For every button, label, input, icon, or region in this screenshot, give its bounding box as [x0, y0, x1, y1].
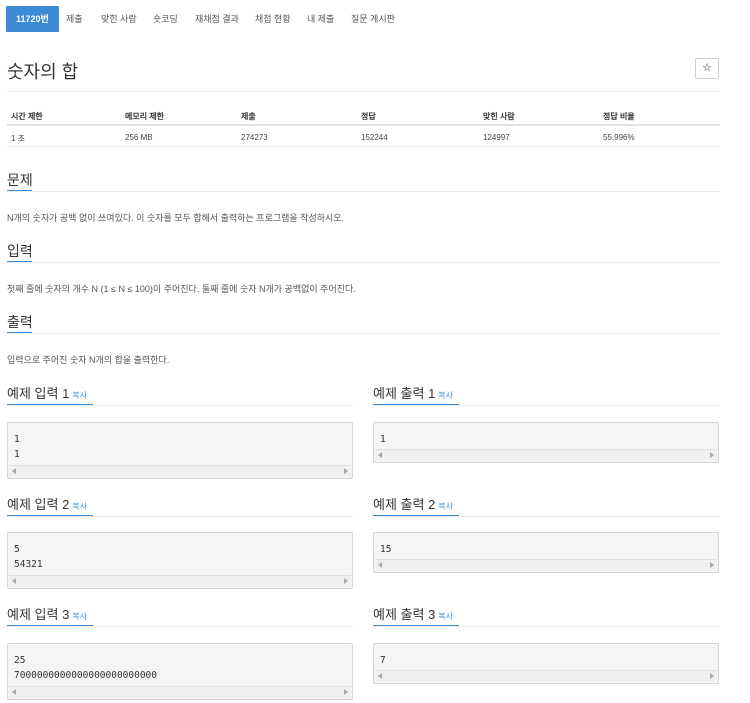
title-divider — [7, 91, 720, 92]
value-accepted: 152244 — [361, 133, 388, 142]
sample-output-2-heading: 예제 출력 2 복사 — [373, 494, 453, 513]
scroll-left-icon[interactable] — [12, 578, 16, 584]
sample-input-3-box[interactable]: 25 7000000000000000000000000 — [7, 643, 353, 700]
header-submissions: 제출 — [241, 112, 256, 121]
scroll-left-icon[interactable] — [12, 689, 16, 695]
value-accept-ratio: 55.996% — [603, 133, 635, 142]
sample-input-1-title: 예제 입력 1 — [7, 386, 70, 401]
header-accept-ratio: 정답 비율 — [603, 112, 635, 121]
tab-problem-number[interactable]: 11720번 — [6, 6, 59, 32]
favorite-star-button[interactable]: ☆ — [695, 58, 719, 79]
scroll-right-icon[interactable] — [344, 468, 348, 474]
header-accepted: 정답 — [361, 112, 376, 121]
sample-output-1-heading: 예제 출력 1 복사 — [373, 383, 453, 402]
output-heading-rule — [7, 333, 720, 334]
sample-output-2-text: 15 — [380, 544, 392, 555]
sample-output-1-rule — [373, 405, 719, 406]
sample-input-3-title: 예제 입력 3 — [7, 607, 70, 622]
sample-output-2-title: 예제 출력 2 — [373, 497, 436, 512]
tab-solvers[interactable]: 맞힌 사람 — [101, 6, 137, 32]
info-table-header: 시간 제한 메모리 제한 제출 정답 맞힌 사람 정답 비율 — [7, 106, 720, 126]
scroll-right-icon[interactable] — [710, 562, 714, 568]
output-heading: 출력 — [7, 314, 33, 330]
header-memory-limit: 메모리 제한 — [125, 112, 165, 121]
sample-input-2-rule — [7, 516, 353, 517]
tab-judge-status[interactable]: 채점 현황 — [255, 6, 291, 32]
sample-output-3-title: 예제 출력 3 — [373, 607, 436, 622]
info-table-row: 1 초 256 MB 274273 152244 124997 55.996% — [7, 126, 720, 147]
problem-heading-rule — [7, 191, 720, 192]
sample-input-2-box[interactable]: 5 54321 — [7, 532, 353, 589]
tab-my-submissions[interactable]: 내 제출 — [307, 6, 334, 32]
sample-input-2-text: 5 54321 — [14, 544, 43, 570]
scroll-left-icon[interactable] — [378, 452, 382, 458]
problem-nav: 11720번 제출 맞힌 사람 숏코딩 재채점 결과 채점 현황 내 제출 질문… — [0, 0, 750, 36]
sample-input-2-title: 예제 입력 2 — [7, 497, 70, 512]
tab-short-coding[interactable]: 숏코딩 — [153, 6, 178, 32]
sample-input-3-scrollbar[interactable] — [9, 686, 351, 698]
sample-input-1-rule — [7, 405, 353, 406]
sample-output-2-box[interactable]: 15 — [373, 532, 719, 573]
input-heading: 입력 — [7, 243, 33, 259]
sample-input-3-text: 25 7000000000000000000000000 — [14, 655, 157, 681]
tab-question-board[interactable]: 질문 게시판 — [351, 6, 395, 32]
problem-info-table: 시간 제한 메모리 제한 제출 정답 맞힌 사람 정답 비율 1 초 256 M… — [7, 106, 720, 147]
value-submissions: 274273 — [241, 133, 268, 142]
scroll-left-icon[interactable] — [378, 562, 382, 568]
sample-output-3-text: 7 — [380, 655, 386, 666]
sample-input-1-box[interactable]: 1 1 — [7, 422, 353, 479]
value-time-limit: 1 초 — [11, 134, 26, 143]
scroll-right-icon[interactable] — [344, 578, 348, 584]
sample-output-2-scrollbar[interactable] — [375, 559, 717, 571]
star-icon: ☆ — [702, 62, 712, 74]
copy-sample-input-2-button[interactable]: 복사 — [72, 502, 87, 511]
scroll-right-icon[interactable] — [710, 452, 714, 458]
output-description: 입력으로 주어진 숫자 N개의 합을 출력한다. — [7, 355, 170, 365]
copy-sample-output-1-button[interactable]: 복사 — [438, 391, 453, 400]
sample-output-1-box[interactable]: 1 — [373, 422, 719, 463]
sample-input-3-rule — [7, 626, 353, 627]
sample-output-1-scrollbar[interactable] — [375, 449, 717, 461]
header-time-limit: 시간 제한 — [11, 112, 43, 121]
scroll-right-icon[interactable] — [344, 689, 348, 695]
copy-sample-input-1-button[interactable]: 복사 — [72, 391, 87, 400]
sample-output-2-rule — [373, 516, 719, 517]
sample-input-2-heading: 예제 입력 2 복사 — [7, 494, 87, 513]
tab-submit[interactable]: 제출 — [66, 6, 83, 32]
scroll-left-icon[interactable] — [378, 673, 382, 679]
copy-sample-output-3-button[interactable]: 복사 — [438, 612, 453, 621]
page-title: 숫자의 합 — [7, 62, 79, 82]
scroll-right-icon[interactable] — [710, 673, 714, 679]
sample-output-1-text: 1 — [380, 434, 386, 445]
copy-sample-input-3-button[interactable]: 복사 — [72, 612, 87, 621]
sample-input-1-text: 1 1 — [14, 434, 20, 460]
sample-output-3-box[interactable]: 7 — [373, 643, 719, 684]
input-heading-rule — [7, 262, 720, 263]
sample-input-1-scrollbar[interactable] — [9, 465, 351, 477]
sample-output-3-rule — [373, 626, 719, 627]
problem-description: N개의 숫자가 공백 없이 쓰여있다. 이 숫자를 모두 합해서 출력하는 프로… — [7, 213, 345, 223]
header-solvers: 맞힌 사람 — [483, 112, 515, 121]
sample-output-3-heading: 예제 출력 3 복사 — [373, 604, 453, 623]
sample-input-3-heading: 예제 입력 3 복사 — [7, 604, 87, 623]
value-solvers: 124997 — [483, 133, 510, 142]
input-description: 첫째 줄에 숫자의 개수 N (1 ≤ N ≤ 100)이 주어진다. 둘째 줄… — [7, 284, 356, 294]
sample-output-3-scrollbar[interactable] — [375, 670, 717, 682]
value-memory-limit: 256 MB — [125, 133, 153, 142]
problem-heading: 문제 — [7, 172, 33, 188]
sample-output-1-title: 예제 출력 1 — [373, 386, 436, 401]
copy-sample-output-2-button[interactable]: 복사 — [438, 502, 453, 511]
tab-rejudge-results[interactable]: 재채점 결과 — [195, 6, 239, 32]
scroll-left-icon[interactable] — [12, 468, 16, 474]
sample-input-2-scrollbar[interactable] — [9, 575, 351, 587]
sample-input-1-heading: 예제 입력 1 복사 — [7, 383, 87, 402]
